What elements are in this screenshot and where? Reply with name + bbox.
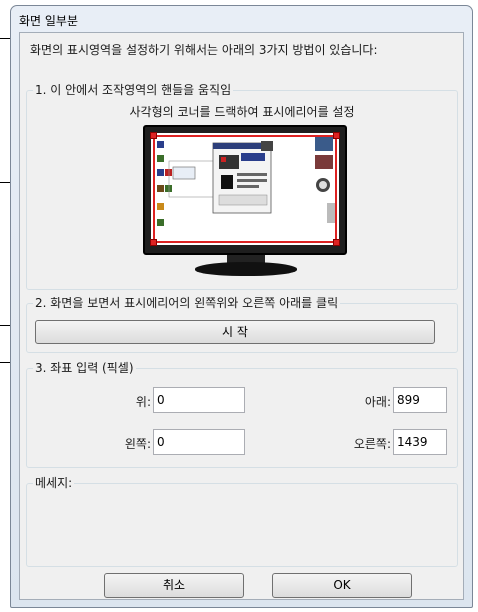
left-coordinate-label: 왼쪽: [124, 437, 151, 451]
dialog-body: 화면의 표시영역을 설정하기 위해서는 아래의 3가지 방법이 있습니다: 1.… [19, 32, 464, 600]
bottom-coordinate-label: 아래: [364, 395, 391, 409]
top-coordinate-input[interactable] [153, 387, 245, 413]
ok-button[interactable]: OK [272, 573, 412, 598]
selection-handle-top-left[interactable] [150, 132, 157, 139]
monitor-stand-base [195, 262, 297, 276]
section-click-screen-label: 2. 화면을 보면서 표시에리어의 왼쪽위와 오른쪽 아래를 클릭 [33, 296, 341, 311]
right-coordinate-label: 오른쪽: [353, 437, 391, 451]
dialog-window: 화면 일부분 화면의 표시영역을 설정하기 위해서는 아래의 3가지 방법이 있… [10, 5, 473, 608]
cancel-button[interactable]: 취소 [104, 573, 244, 598]
bottom-coordinate-input[interactable] [393, 387, 447, 413]
intro-text: 화면의 표시영역을 설정하기 위해서는 아래의 3가지 방법이 있습니다: [30, 43, 378, 57]
section-coordinates: 3. 좌표 입력 (픽셀) 위: 아래: 왼쪽: 오른쪽: [26, 361, 458, 468]
selection-handle-top-right[interactable] [333, 132, 340, 139]
top-coordinate-label: 위: [135, 395, 151, 409]
message-text [33, 498, 451, 560]
title-bar: 화면 일부분 [11, 6, 472, 32]
desktop-preview [150, 132, 340, 246]
drag-hint-text: 사각형의 코너를 드랙하여 표시에리어를 설정 [129, 105, 355, 119]
message-label: 메세지: [33, 476, 75, 491]
window-title: 화면 일부분 [19, 14, 79, 28]
selection-handle-bottom-right[interactable] [333, 239, 340, 246]
section-drag-handles-label: 1. 이 안에서 조작영역의 핸들을 움직임 [33, 83, 234, 98]
section-drag-handles: 1. 이 안에서 조작영역의 핸들을 움직임 사각형의 코너를 드랙하여 표시에… [26, 83, 458, 290]
left-coordinate-input[interactable] [153, 429, 245, 455]
selection-handle-bottom-left[interactable] [150, 239, 157, 246]
section-coordinates-label: 3. 좌표 입력 (픽셀) [33, 361, 136, 376]
right-coordinate-input[interactable] [393, 429, 447, 455]
display-area-selection[interactable] [153, 135, 337, 243]
monitor-preview [143, 125, 347, 255]
message-group: 메세지: [26, 476, 458, 567]
section-click-screen: 2. 화면을 보면서 표시에리어의 왼쪽위와 오른쪽 아래를 클릭 시 작 [26, 296, 458, 353]
start-button[interactable]: 시 작 [35, 320, 435, 344]
